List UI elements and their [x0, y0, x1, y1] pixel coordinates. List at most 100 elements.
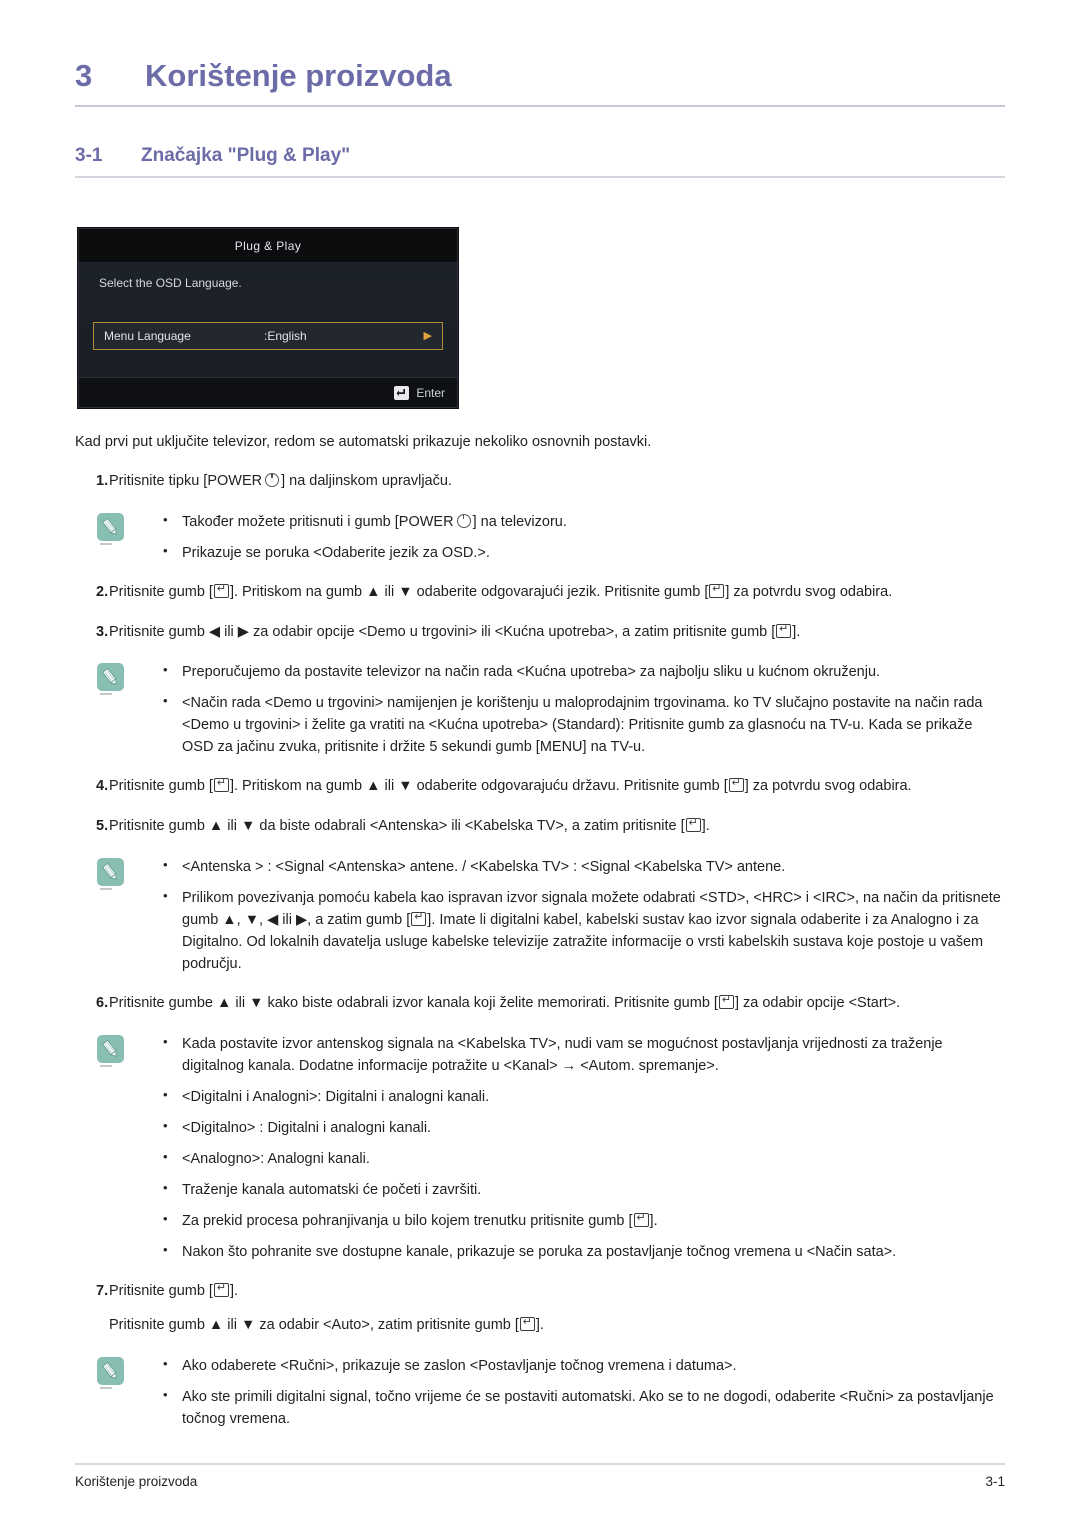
osd-screen: Plug & Play Select the OSD Language. Men…	[78, 228, 458, 408]
section-heading: 3-1 Značajka "Plug & Play"	[75, 145, 1005, 167]
note-4-item-4: <Analogno>: Analogni kanali.	[159, 1147, 1005, 1170]
pencil-glyph	[102, 1039, 117, 1057]
enter-button-icon	[685, 816, 701, 833]
footer-divider	[75, 1463, 1005, 1465]
step-text: Pritisnite gumb []. Pritiskom na gumb ▲ …	[109, 776, 1005, 798]
note-1-item-1: Također možete pritisnuti i gumb [POWER]…	[159, 510, 1005, 533]
chapter-heading: 3 Korištenje proizvoda	[75, 0, 1005, 94]
step-3-t2: ].	[792, 623, 801, 640]
footer-left-label: Korištenje proizvoda	[75, 1474, 198, 1489]
step-1: 1. Pritisnite tipku [POWER] na daljinsko…	[75, 470, 1005, 493]
step-7-t2: ].	[229, 1283, 239, 1300]
footer-page-number: 3-1	[985, 1474, 1005, 1489]
note-4-list: Kada postavite izvor antenskog signala n…	[159, 1032, 1005, 1108]
steps-list: 1. Pritisnite tipku [POWER] na daljinsko…	[75, 470, 1005, 493]
note-icon-shadow	[100, 693, 112, 696]
step-6: 6. Pritisnite gumbe ▲ ili ▼ kako biste o…	[75, 993, 1005, 1015]
power-icon	[456, 510, 471, 528]
step-2: 2. Pritisnite gumb [ ]. Pritiskom na gumb…	[75, 582, 1005, 604]
osd-title: Plug & Play	[234, 238, 302, 253]
step-text: Pritisnite tipku [POWER] na daljinskom u…	[109, 470, 1005, 493]
chapter-title: Korištenje proizvoda	[145, 58, 452, 93]
note-block-3: <Antenska > : <Signal <Antenska> antene.…	[97, 855, 1005, 975]
step-7: 7. Pritisnite gumb []. Pritisnite gumb ▲…	[75, 1281, 1005, 1337]
osd-row-label: Menu Language	[104, 329, 191, 343]
step-number: 7.	[96, 1283, 109, 1300]
note-block-5: Ako odaberete <Ručni>, prikazuje se zasl…	[97, 1354, 1005, 1430]
step-4-t1: Pritisnite gumb [	[109, 778, 213, 795]
enter-button-icon	[633, 1211, 649, 1228]
steps-list-5: 7. Pritisnite gumb []. Pritisnite gumb ▲…	[75, 1281, 1005, 1337]
step-1-post: ] na daljinskom upravljaču.	[281, 473, 452, 490]
note-4-item-7: Nakon što pohranite sve dostupne kanale,…	[159, 1240, 1005, 1263]
steps-list-3: 4. Pritisnite gumb []. Pritiskom na gumb…	[75, 776, 1005, 838]
note-icon-shadow	[100, 887, 112, 890]
note-block-1: Također možete pritisnuti i gumb [POWER]…	[97, 510, 1005, 564]
note-4-continued-list: <Digitalno> : Digitalni i analogni kanal…	[159, 1116, 1005, 1263]
step-4-t3: ] za potvrdu svog odabira.	[744, 778, 912, 795]
osd-menu-language-row[interactable]: Menu Language :English ▶	[93, 322, 443, 350]
step-3: 3. Pritisnite gumb ◀ ili ▶ za odabir opc…	[75, 622, 1005, 644]
page-footer: Korištenje proizvoda 3-1	[75, 1463, 1005, 1489]
note-4-item-3: <Digitalno> : Digitalni i analogni kanal…	[159, 1116, 1005, 1139]
enter-button-icon	[718, 993, 734, 1010]
step-text: Pritisnite gumb ▲ ili ▼ da biste odabral…	[109, 816, 1005, 838]
step-text: Pritisnite gumb ◀ ili ▶ za odabir opcije…	[109, 622, 1005, 644]
note-icon-shadow	[100, 1386, 112, 1389]
step-7-extra2: ].	[535, 1316, 544, 1333]
note-icon-cell	[97, 1033, 159, 1108]
enter-button-icon	[213, 776, 229, 793]
note-2-list: Preporučujemo da postavite televizor na …	[159, 660, 1005, 758]
step-number: 3.	[96, 623, 109, 640]
step-2-t1: Pritisnite gumb [	[109, 583, 213, 600]
power-icon	[265, 470, 280, 488]
steps-list-4: 6. Pritisnite gumbe ▲ ili ▼ kako biste o…	[75, 993, 1005, 1015]
step-3-t1: Pritisnite gumb ◀ ili ▶ za odabir opcije…	[109, 623, 776, 640]
note-1-item-1-pre: Također možete pritisnuti i gumb [POWER	[182, 513, 454, 530]
section-number: 3-1	[75, 145, 103, 166]
step-number: 2.	[96, 583, 109, 600]
step-text: Pritisnite gumb [ ]. Pritiskom na gumb ▲ …	[109, 582, 1005, 604]
step-number: 4.	[96, 778, 109, 795]
step-7-line-2: Pritisnite gumb ▲ ili ▼ za odabir <Auto>…	[109, 1315, 1005, 1337]
step-4: 4. Pritisnite gumb []. Pritiskom na gumb…	[75, 776, 1005, 798]
section-title: Značajka "Plug & Play"	[141, 145, 351, 166]
note-pencil-icon	[97, 663, 124, 696]
enter-arrow-glyph	[396, 388, 406, 396]
note-2-item-1: Preporučujemo da postavite televizor na …	[159, 660, 1005, 683]
note-1-list: Također možete pritisnuti i gumb [POWER]…	[159, 510, 1005, 564]
note-4-item-6-post: ].	[649, 1213, 658, 1230]
pencil-glyph	[102, 862, 117, 880]
step-2-t2: ]. Pritiskom na gumb ▲ ili ▼ odaberite o…	[229, 583, 709, 600]
note-icon-cell	[97, 511, 159, 564]
step-5-t2: ].	[701, 818, 710, 835]
note-2-item-2: <Način rada <Demo u trgovini> namijenjen…	[159, 691, 1005, 758]
enter-button-icon	[776, 622, 792, 638]
footer-row: Korištenje proizvoda 3-1	[75, 1474, 1005, 1489]
note-pencil-icon	[97, 1356, 124, 1389]
step-text: Pritisnite gumb []. Pritisnite gumb ▲ il…	[109, 1281, 1005, 1337]
note-block-2: Preporučujemo da postavite televizor na …	[97, 660, 1005, 758]
step-number: 6.	[96, 995, 109, 1012]
step-text: Pritisnite gumbe ▲ ili ▼ kako biste odab…	[109, 993, 1005, 1015]
step-6-t2: ] za odabir opcije <Start>.	[734, 995, 901, 1012]
steps-list-2: 2. Pritisnite gumb [ ]. Pritiskom na gumb…	[75, 582, 1005, 644]
pencil-glyph	[102, 1361, 117, 1379]
note-pencil-icon	[97, 857, 124, 890]
step-7-line-1: Pritisnite gumb [].	[109, 1281, 239, 1300]
step-number: 1.	[96, 473, 109, 490]
note-icon-shadow	[100, 542, 112, 545]
osd-body: Select the OSD Language. Menu Language :…	[79, 262, 457, 377]
enter-button-icon	[728, 776, 744, 793]
enter-button-icon	[213, 1281, 229, 1298]
note-1-item-2: Prikazuje se poruka <Odaberite jezik za …	[159, 541, 1005, 564]
document-page: 3 Korištenje proizvoda 3-1 Značajka "Plu…	[0, 0, 1080, 1527]
note-3-list: <Antenska > : <Signal <Antenska> antene.…	[159, 855, 1005, 975]
note-pencil-icon	[97, 1034, 124, 1067]
chapter-divider	[75, 105, 1005, 107]
step-5: 5. Pritisnite gumb ▲ ili ▼ da biste odab…	[75, 816, 1005, 838]
chevron-right-icon[interactable]: ▶	[424, 330, 432, 342]
note-3-item-1: <Antenska > : <Signal <Antenska> antene.…	[159, 855, 1005, 878]
note-5-item-2: Ako ste primili digitalni signal, točno …	[159, 1385, 1005, 1430]
osd-prompt: Select the OSD Language.	[99, 276, 242, 290]
